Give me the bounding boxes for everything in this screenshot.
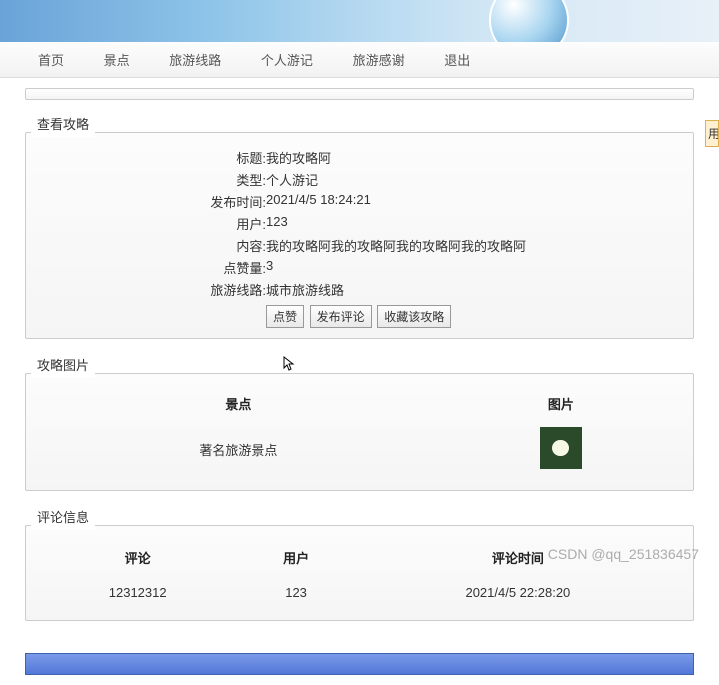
value-type: 个人游记 (266, 170, 318, 189)
comments-title: 评论信息 (31, 503, 95, 530)
spacer-bar (25, 88, 694, 100)
images-section: 攻略图片 景点 图片 著名旅游景点 (25, 351, 694, 491)
label-type: 类型: (36, 170, 266, 189)
label-likes: 点赞量: (36, 258, 266, 277)
publish-comment-button[interactable]: 发布评论 (310, 305, 372, 328)
side-panel-title: 用 (708, 127, 719, 141)
watermark: CSDN @qq_251836457 (548, 546, 699, 562)
nav-logout[interactable]: 退出 (426, 42, 488, 77)
favorite-button[interactable]: 收藏该攻略 (377, 305, 451, 328)
header-banner (0, 0, 719, 42)
label-content: 内容: (36, 236, 266, 255)
value-content: 我的攻略阿我的攻略阿我的攻略阿我的攻略阿 (266, 236, 526, 255)
img-header-spot: 景点 (38, 388, 439, 419)
nav-thanks[interactable]: 旅游感谢 (335, 42, 423, 77)
value-user: 123 (266, 214, 288, 233)
nav-routes[interactable]: 旅游线路 (151, 42, 239, 77)
images-title: 攻略图片 (31, 351, 95, 378)
footer-bar (25, 653, 694, 675)
label-route: 旅游线路: (36, 280, 266, 299)
value-likes: 3 (266, 258, 273, 277)
label-title: 标题: (36, 148, 266, 167)
comment-text: 12312312 (38, 577, 237, 608)
main-nav: 首页 景点 旅游线路 个人游记 旅游感谢 退出 (0, 42, 719, 78)
view-strategy-section: 查看攻略 标题:我的攻略阿 类型:个人游记 发布时间:2021/4/5 18:2… (25, 110, 694, 339)
nav-journal[interactable]: 个人游记 (243, 42, 331, 77)
label-user: 用户: (36, 214, 266, 233)
comment-header-text: 评论 (38, 540, 237, 575)
comment-header-user: 用户 (239, 540, 352, 575)
comments-section: 评论信息 评论 用户 评论时间 12312312 123 2021/4/5 22… (25, 503, 694, 621)
value-title: 我的攻略阿 (266, 148, 331, 167)
label-pubtime: 发布时间: (36, 192, 266, 211)
nav-home[interactable]: 首页 (20, 42, 82, 77)
img-header-pic: 图片 (441, 388, 681, 419)
globe-graphic (489, 0, 569, 42)
comment-time: 2021/4/5 22:28:20 (355, 577, 681, 608)
side-panel: 用 (705, 120, 719, 147)
nav-spots[interactable]: 景点 (86, 42, 148, 77)
value-pubtime: 2021/4/5 18:24:21 (266, 192, 371, 211)
strategy-image-thumb[interactable] (540, 427, 582, 469)
value-route: 城市旅游线路 (266, 280, 344, 299)
view-strategy-title: 查看攻略 (31, 110, 95, 137)
img-row-spot: 著名旅游景点 (38, 421, 439, 478)
comment-user: 123 (239, 577, 352, 608)
like-button[interactable]: 点赞 (266, 305, 304, 328)
comment-row: 12312312 123 2021/4/5 22:28:20 (38, 577, 681, 608)
